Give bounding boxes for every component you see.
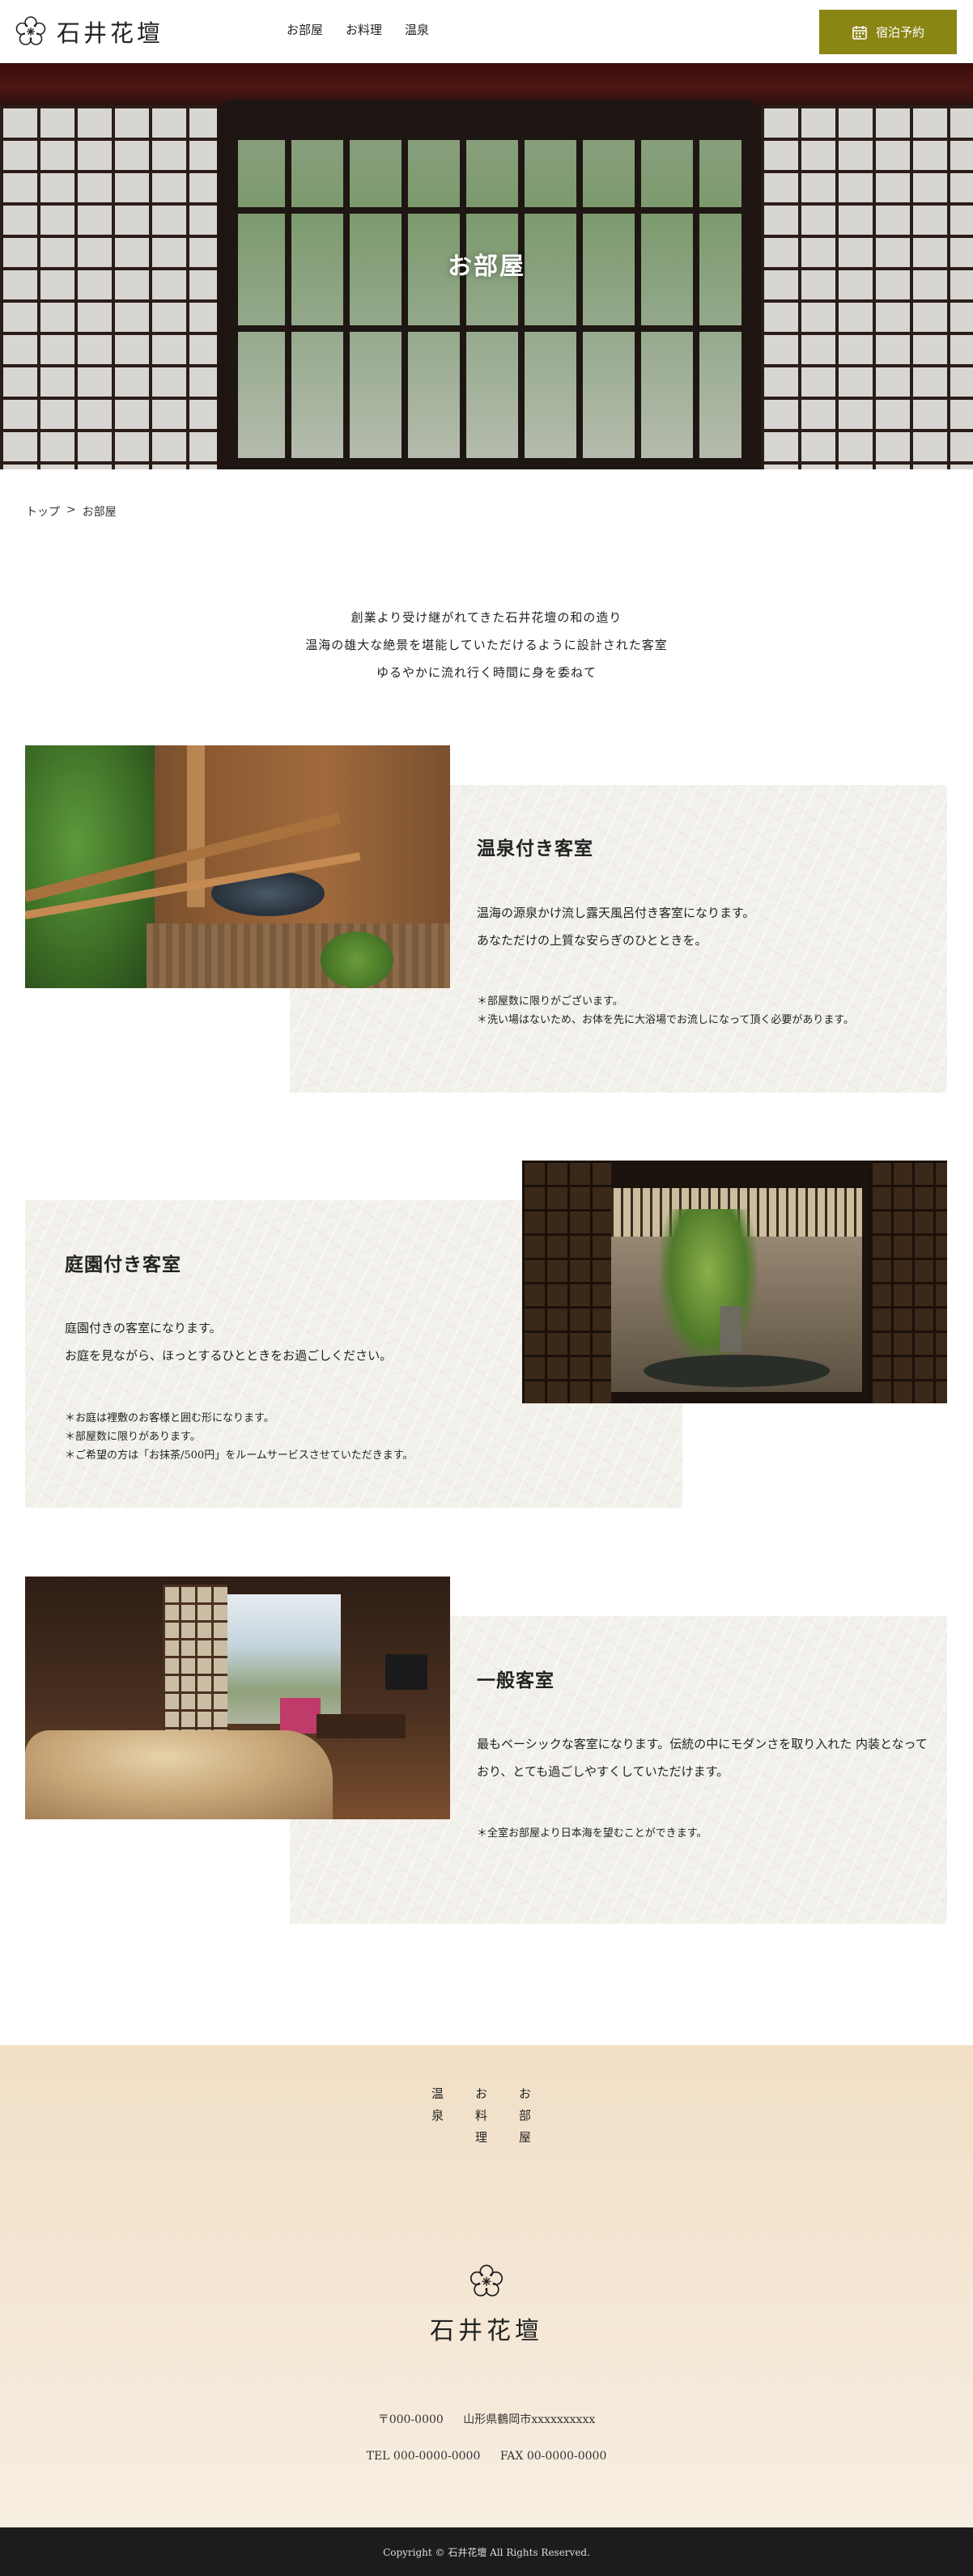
footer-nav-onsen[interactable]: 温泉 — [427, 2087, 447, 2153]
nav-cuisine[interactable]: お料理 — [346, 21, 382, 38]
intro-line: 温海の雄大な絶景を堪能していただけるように設計された客室 — [305, 638, 668, 652]
footer-logo[interactable]: 石井花壇 — [0, 2264, 973, 2346]
garden-window — [227, 100, 753, 469]
room-title: 一般客室 — [477, 1670, 554, 1691]
room-description-line: 温海の源泉かけ流し露天風呂付き客室になります。 — [477, 906, 755, 920]
breadcrumb-separator: > — [66, 503, 76, 516]
booking-button-label: 宿泊予約 — [875, 25, 924, 40]
fax-number: FAX 00-0000-0000 — [499, 2450, 607, 2463]
window-frame — [227, 100, 753, 469]
main-nav: お部屋 お料理 温泉 — [287, 21, 429, 38]
room-note: ＊ご希望の方は「お抹茶/500円」をルームサービスさせていただきます。 — [65, 1449, 414, 1462]
phone-number[interactable]: TEL 000-0000-0000 — [367, 2450, 481, 2463]
intro-text: 創業より受け継がれてきた石井花壇の和の造り 温海の雄大な絶景を堪能していただける… — [0, 604, 973, 686]
site-header: 石井花壇 お部屋 お料理 温泉 宿泊予約 — [0, 0, 973, 63]
page-title: お部屋 — [448, 253, 525, 281]
room-description-line: 庭園付きの客室になります。 — [65, 1321, 222, 1335]
logo[interactable]: 石井花壇 — [15, 15, 164, 49]
room-notes: ＊全室お部屋より日本海を望むことができます。 — [477, 1824, 707, 1843]
room-description: 最もベーシックな客室になります。伝統の中にモダンさを取り入れた 内装となって お… — [477, 1730, 928, 1785]
shoji-screen-right — [761, 105, 973, 469]
room-title: 温泉付き客室 — [477, 838, 593, 859]
nav-rooms[interactable]: お部屋 — [287, 21, 323, 38]
street-address: 山形県鶴岡市xxxxxxxxxx — [463, 2413, 596, 2426]
plum-blossom-icon — [470, 2264, 503, 2297]
room-description-line: 最もベーシックな客室になります。伝統の中にモダンさを取り入れた 内装となって — [477, 1737, 928, 1751]
copyright-bar: Copyright © 石井花壇 All Rights Reserved. — [0, 2527, 973, 2576]
shoji-screen-left — [0, 105, 219, 469]
nav-onsen[interactable]: 温泉 — [405, 21, 429, 38]
room-note: ＊部屋数に限りがあります。 — [65, 1431, 201, 1443]
logo-text: 石井花壇 — [57, 19, 164, 47]
breadcrumb: トップ > お部屋 — [26, 503, 117, 520]
plum-blossom-icon — [15, 16, 46, 45]
room-title: 庭園付き客室 — [65, 1254, 181, 1275]
intro-line: 創業より受け継がれてきた石井花壇の和の造り — [351, 610, 622, 625]
room-note: ＊部屋数に限りがございます。 — [477, 995, 623, 1008]
copyright-text: Copyright © 石井花壇 All Rights Reserved. — [383, 2546, 590, 2558]
breadcrumb-home[interactable]: トップ — [26, 503, 60, 520]
room-note: ＊全室お部屋より日本海を望むことができます。 — [477, 1827, 707, 1840]
wooden-post — [217, 105, 227, 469]
site-footer: 温泉 お料理 お部屋 石井花壇 〒000-0000 山形県鶴岡市xxxxxxxx… — [0, 2045, 973, 2527]
room-notes: ＊部屋数に限りがございます。 ＊洗い場はないため、お体を先に大浴場でお流しになっ… — [477, 992, 854, 1029]
intro-line: ゆるやかに流れ行く時間に身を委ねて — [376, 665, 597, 680]
booking-button[interactable]: 宿泊予約 — [819, 10, 957, 54]
postal-code: 〒000-0000 — [377, 2413, 444, 2426]
room-description: 温海の源泉かけ流し露天風呂付き客室になります。 あなただけの上質な安らぎのひとと… — [477, 899, 755, 954]
room-description-line: お庭を見ながら、ほっとするひとときをお過ごしください。 — [65, 1348, 393, 1363]
footer-nav: 温泉 お料理 お部屋 — [427, 2087, 534, 2153]
hero-banner: お部屋 — [0, 63, 973, 469]
footer-address: 〒000-0000 山形県鶴岡市xxxxxxxxxx — [0, 2411, 973, 2427]
room-photo-standard — [25, 1577, 450, 1819]
room-description-line: おり、とても過ごしやすくしていただけます。 — [477, 1764, 729, 1779]
footer-nav-cuisine[interactable]: お料理 — [471, 2087, 491, 2153]
room-notes: ＊お庭は裡敷のお客様と囲む形になります。 ＊部屋数に限りがあります。 ＊ご希望の… — [65, 1409, 414, 1465]
room-photo-onsen — [25, 745, 450, 988]
footer-logo-text: 石井花壇 — [430, 2317, 543, 2345]
room-description-line: あなただけの上質な安らぎのひとときを。 — [477, 933, 707, 948]
room-description: 庭園付きの客室になります。 お庭を見ながら、ほっとするひとときをお過ごしください… — [65, 1314, 392, 1369]
footer-nav-rooms[interactable]: お部屋 — [515, 2087, 534, 2153]
room-photo-garden — [522, 1161, 947, 1403]
footer-contact: TEL 000-0000-0000 FAX 00-0000-0000 — [0, 2450, 973, 2463]
room-note: ＊お庭は裡敷のお客様と囲む形になります。 — [65, 1412, 274, 1424]
room-note: ＊洗い場はないため、お体を先に大浴場でお流しになって頂く必要があります。 — [477, 1014, 855, 1026]
calendar-icon — [852, 25, 867, 40]
breadcrumb-current: お部屋 — [82, 506, 117, 519]
wooden-post — [751, 105, 761, 469]
